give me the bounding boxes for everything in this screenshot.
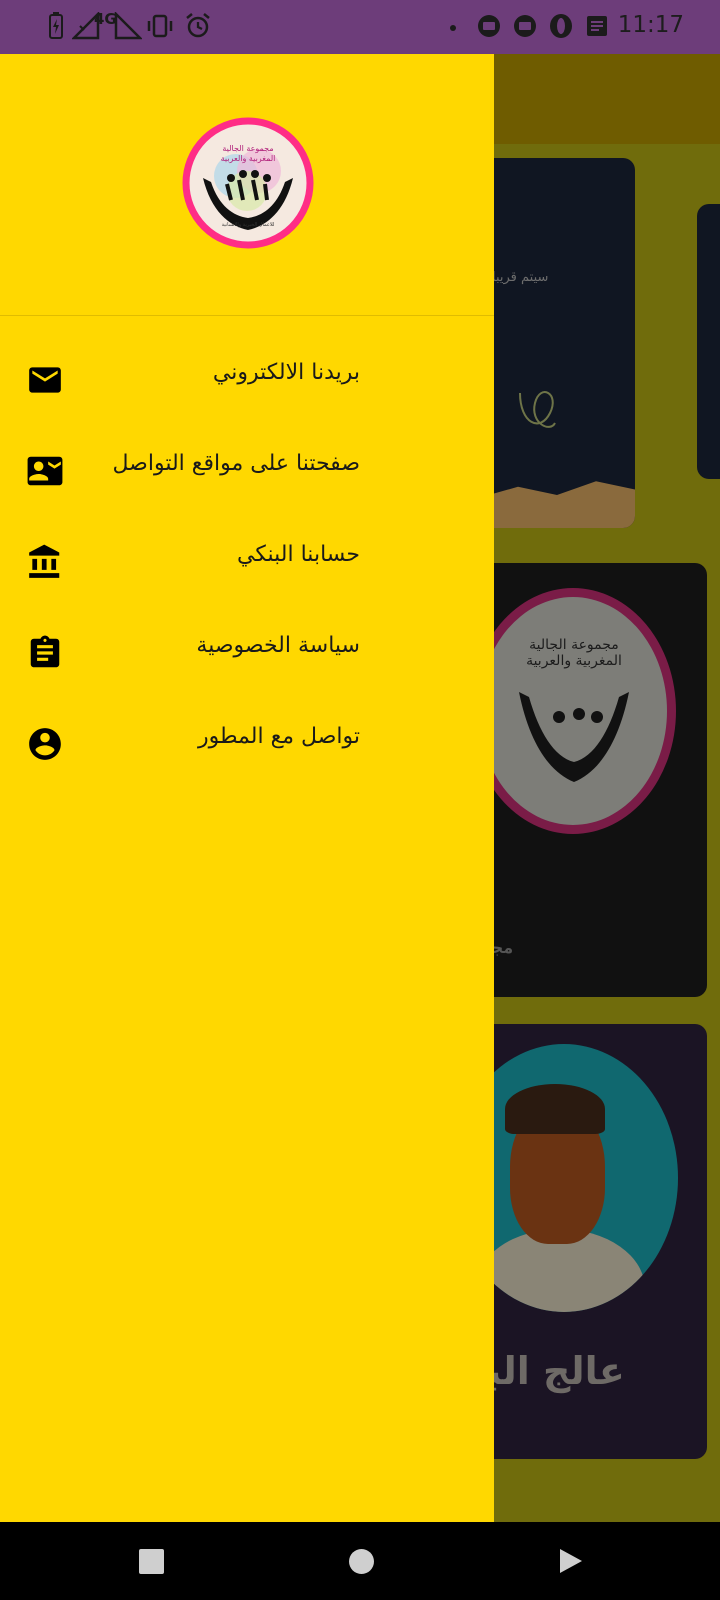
recents-button[interactable] <box>139 1549 164 1574</box>
card-logo-title: مجموعة الجالية المغربية والعربية <box>526 637 622 669</box>
menu-item-social-pages[interactable]: صفحتنا على مواقع التواصل <box>0 425 494 515</box>
menu-item-label: بريدنا الالكتروني <box>212 360 360 385</box>
menu-item-privacy-policy[interactable]: سياسة الخصوصية <box>0 607 494 697</box>
app-logo <box>182 117 314 249</box>
contact-card-icon <box>27 456 63 486</box>
clipboard-icon <box>30 635 60 668</box>
menu-item-label: سياسة الخصوصية <box>196 633 360 658</box>
logo-top-text: مجموعة الجالية المغربية والعربية <box>220 144 276 163</box>
background-card[interactable] <box>697 204 720 479</box>
card-text: سيتم قريبا <box>492 270 549 285</box>
menu-item-contact-developer[interactable]: تواصل مع المطور <box>0 698 494 788</box>
opera-icon <box>550 14 572 38</box>
logo-bottom-text: للاعمال الخيرية والانسانية <box>221 222 275 228</box>
menu-item-label: تواصل مع المطور <box>198 724 360 749</box>
home-button[interactable] <box>349 1549 374 1574</box>
news-icon <box>587 16 607 36</box>
dot-indicator <box>450 25 456 31</box>
signal-icon <box>114 12 142 40</box>
bank-icon <box>29 544 60 578</box>
app-notification-icon <box>478 15 500 37</box>
navigation-drawer[interactable]: مجموعة الجالية المغربية والعربية للاعمال… <box>0 54 494 1522</box>
battery-charging-icon <box>49 12 63 39</box>
vibrate-icon <box>147 14 173 38</box>
account-circle-icon <box>29 728 61 760</box>
app-notification-icon <box>514 15 536 37</box>
menu-item-label: صفحتنا على مواقع التواصل <box>112 451 360 476</box>
clock: 11:17 <box>617 12 684 38</box>
card-logo: مجموعة الجالية المغربية والعربية <box>470 588 676 834</box>
status-bar: 4G 11:17 <box>0 0 720 54</box>
email-icon <box>29 367 61 393</box>
menu-item-email[interactable]: بريدنا الالكتروني <box>0 334 494 424</box>
squiggle-decoration <box>519 391 556 428</box>
drawer-header: مجموعة الجالية المغربية والعربية للاعمال… <box>0 54 494 316</box>
avatar-hair <box>505 1084 605 1134</box>
menu-item-bank-account[interactable]: حسابنا البنكي <box>0 516 494 606</box>
menu-item-label: حسابنا البنكي <box>237 542 360 567</box>
back-button[interactable] <box>558 1547 584 1575</box>
hands-icon <box>519 692 629 782</box>
alarm-icon <box>186 13 210 38</box>
system-nav-bar <box>0 1522 720 1600</box>
